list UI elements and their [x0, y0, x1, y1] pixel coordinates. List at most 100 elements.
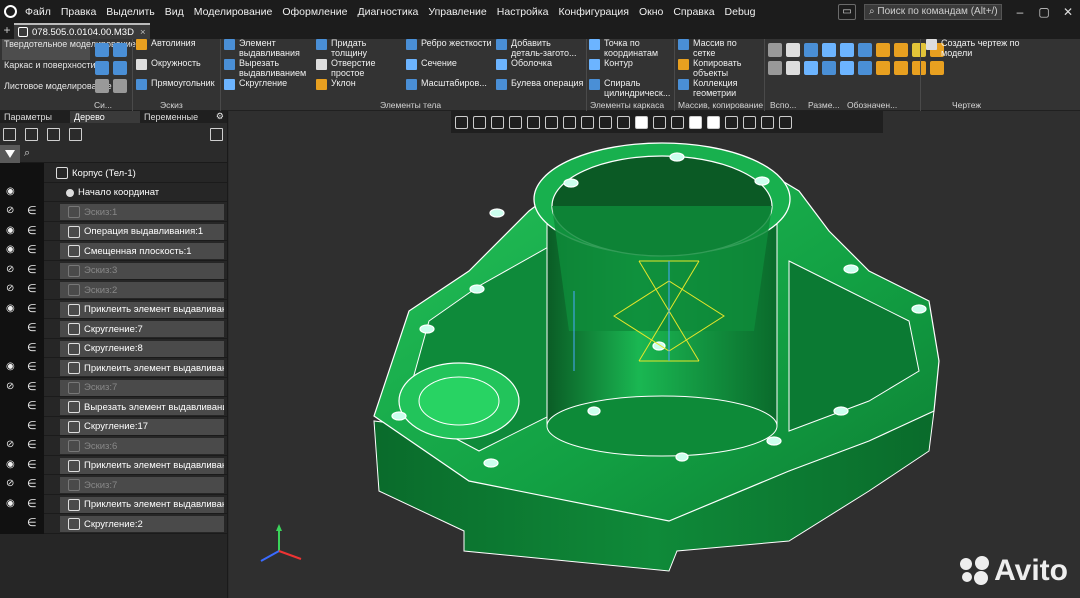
ribbon-section-label[interactable]: Разме...: [808, 100, 840, 110]
tree-row[interactable]: ∈ Скругление:2: [0, 514, 227, 534]
designation-weld-icon[interactable]: [894, 61, 908, 75]
aux-line-icon[interactable]: [768, 43, 782, 57]
tree-node[interactable]: Приклеить элемент выдавливания: [60, 457, 224, 474]
aux-plane-icon[interactable]: [786, 43, 800, 57]
tree-select-icon[interactable]: [69, 127, 82, 141]
relation-icon[interactable]: ∈: [27, 361, 37, 373]
ribbon-section-label[interactable]: Массив, копирование: [678, 100, 763, 110]
relation-icon[interactable]: ∈: [27, 498, 37, 510]
3d-viewport[interactable]: Avito: [229, 111, 1080, 598]
boolean-button[interactable]: Булева операция: [496, 79, 584, 99]
relation-icon[interactable]: ∈: [27, 439, 37, 451]
menu-item[interactable]: Debug: [720, 6, 761, 18]
menu-item[interactable]: Оформление: [277, 6, 352, 18]
tree-row[interactable]: ∈ Скругление:17: [0, 416, 227, 436]
dimension-chain-icon[interactable]: [822, 61, 836, 75]
cut-extrude-button[interactable]: Вырезать выдавливанием: [224, 59, 314, 79]
tree-row[interactable]: ⊘ ∈ Эскиз:6: [0, 436, 227, 456]
copy-objects-button[interactable]: Копировать объекты: [678, 59, 760, 79]
ribbon-section-label[interactable]: Обозначен...: [847, 100, 897, 110]
housing-part-model[interactable]: [373, 142, 940, 572]
eye-hidden-icon[interactable]: ⊘: [6, 439, 18, 451]
menu-item[interactable]: Конфигурация: [553, 6, 633, 18]
tree-row[interactable]: ◉ Начало координат: [0, 182, 227, 202]
ribbon-section-label[interactable]: Чертеж: [952, 100, 981, 110]
ribbon-section-label[interactable]: Си...: [94, 100, 112, 110]
maximize-button[interactable]: ▢: [1032, 5, 1056, 19]
dimension-diameter-icon[interactable]: [858, 43, 872, 57]
eye-hidden-icon[interactable]: ⊘: [6, 478, 18, 490]
save-as-icon[interactable]: [113, 61, 127, 75]
eye-hidden-icon[interactable]: ⊘: [6, 381, 18, 393]
thicken-button[interactable]: Придать толщину: [316, 39, 402, 59]
tree-node[interactable]: Приклеить элемент выдавливания: [60, 301, 224, 318]
tree-row[interactable]: ⊘ ∈ Эскиз:1: [0, 202, 227, 222]
dimension-auto-icon[interactable]: [804, 61, 818, 75]
relation-icon[interactable]: ∈: [27, 303, 37, 315]
tree-row[interactable]: ⊘ ∈ Эскиз:7: [0, 475, 227, 495]
close-window-button[interactable]: ✕: [1056, 5, 1080, 19]
relation-icon[interactable]: ∈: [27, 478, 37, 490]
minimize-button[interactable]: –: [1008, 5, 1032, 19]
ribbon-section-label[interactable]: Элементы тела: [380, 100, 441, 110]
new-file-icon[interactable]: [95, 43, 109, 57]
rib-button[interactable]: Ребро жесткости: [406, 39, 492, 59]
tree-node[interactable]: Скругление:17: [60, 418, 224, 435]
relation-icon[interactable]: ∈: [27, 459, 37, 471]
relation-icon[interactable]: ∈: [27, 205, 37, 217]
tree-node[interactable]: Скругление:8: [60, 340, 224, 357]
eye-hidden-icon[interactable]: ⊘: [6, 205, 18, 217]
geometry-collection-button[interactable]: Коллекция геометрии: [678, 79, 760, 99]
tree-node[interactable]: Приклеить элемент выдавливания: [60, 360, 224, 376]
tree-node[interactable]: Начало координат: [58, 185, 224, 201]
menu-item[interactable]: Вид: [160, 6, 189, 18]
tree-search-input[interactable]: ⌕: [24, 147, 30, 160]
eye-icon[interactable]: ◉: [6, 303, 18, 315]
draft-button[interactable]: Уклон: [316, 79, 402, 99]
eye-icon[interactable]: ◉: [6, 459, 18, 471]
menu-item[interactable]: Настройка: [492, 6, 554, 18]
rectangle-button[interactable]: Прямоугольник: [136, 79, 220, 99]
mode-wireframe-surfaces[interactable]: Каркас и поверхности: [2, 60, 96, 81]
menu-item[interactable]: Диагностика: [353, 6, 424, 18]
relation-icon[interactable]: ∈: [27, 400, 37, 412]
section-button[interactable]: Сечение: [406, 59, 492, 79]
close-tab-icon[interactable]: ×: [140, 27, 146, 38]
tree-filter-parts-icon[interactable]: [47, 127, 60, 141]
eye-hidden-icon[interactable]: ⊘: [6, 264, 18, 276]
relation-icon[interactable]: ∈: [27, 244, 37, 256]
menu-item[interactable]: Справка: [668, 6, 719, 18]
tree-node[interactable]: Смещенная плоскость:1: [60, 243, 224, 259]
menu-item[interactable]: Окно: [634, 6, 668, 18]
dimension-height-icon[interactable]: [858, 61, 872, 75]
relation-icon[interactable]: ∈: [27, 342, 37, 354]
add-blank-button[interactable]: Добавить деталь-загото...: [496, 39, 584, 59]
tree-node[interactable]: Эскиз:1: [60, 204, 224, 220]
panel-tab[interactable]: Параметры: [0, 111, 70, 123]
mode-sheet-metal[interactable]: Листовое моделирование: [2, 81, 112, 102]
new-document-icon[interactable]: +: [0, 23, 14, 39]
menu-item[interactable]: Выделить: [101, 6, 159, 18]
tree-row[interactable]: ◉ ∈ Приклеить элемент выдавливания: [0, 494, 227, 514]
menu-item[interactable]: Управление: [423, 6, 491, 18]
create-drawing-button[interactable]: Создать чертеж по модели: [926, 39, 1026, 65]
filter-icon[interactable]: [0, 144, 20, 163]
designation-mark-icon[interactable]: [876, 61, 890, 75]
dimension-angle-icon[interactable]: [822, 43, 836, 57]
relation-icon[interactable]: ∈: [27, 225, 37, 237]
eye-icon[interactable]: ◉: [6, 186, 18, 198]
tree-row[interactable]: Корпус (Тел-1): [0, 163, 227, 183]
tree-structure-icon[interactable]: [3, 127, 16, 141]
aux-point-icon[interactable]: [786, 61, 800, 75]
autoline-button[interactable]: Автолиния: [136, 39, 220, 59]
scale-button[interactable]: Масштабиров...: [406, 79, 492, 99]
tree-row[interactable]: ⊘ ∈ Эскиз:3: [0, 260, 227, 280]
redo-icon[interactable]: [113, 79, 127, 93]
dimension-radius-icon[interactable]: [840, 43, 854, 57]
relation-icon[interactable]: ∈: [27, 381, 37, 393]
menu-item[interactable]: Файл: [20, 6, 56, 18]
dimension-arc-icon[interactable]: [840, 61, 854, 75]
ribbon-section-label[interactable]: Вспо...: [770, 100, 796, 110]
ribbon-section-label[interactable]: Эскиз: [160, 100, 183, 110]
tree-row[interactable]: ⊘ ∈ Эскиз:7: [0, 377, 227, 397]
